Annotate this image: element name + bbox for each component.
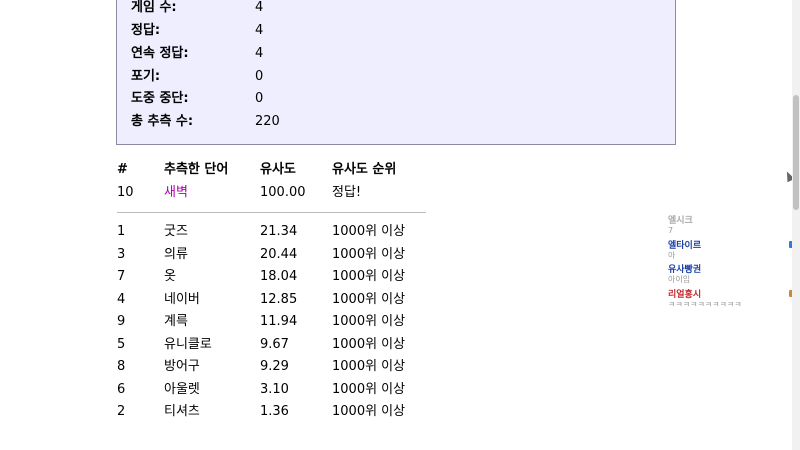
- row-rank: 1000위 이상: [332, 381, 406, 397]
- row-rank: 1000위 이상: [332, 314, 406, 329]
- row-word: 계륵: [164, 314, 188, 329]
- ad-subtitle: 아: [668, 251, 676, 260]
- row-number: 6: [117, 381, 126, 397]
- table-row: 8 방어구 9.29 1000위 이상: [117, 357, 437, 377]
- ad-link-4[interactable]: 리얼홍시 ㅋㅋㅋㅋㅋㅋㅋㅋㅋㅋ: [668, 290, 742, 310]
- ad-title: 엘시크: [668, 216, 693, 226]
- row-similarity: 1.36: [260, 404, 289, 419]
- row-number: 1: [117, 224, 126, 239]
- row-word: 방어구: [164, 359, 200, 374]
- stat-label: 총 추측 수:: [131, 114, 194, 129]
- scroll-thumb[interactable]: [793, 95, 799, 210]
- stat-label: 정답:: [131, 23, 161, 38]
- table-row: 7 옷 18.04 1000위 이상: [117, 267, 437, 287]
- row-rank: 1000위 이상: [332, 269, 406, 284]
- row-word: 아울렛: [164, 381, 200, 397]
- row-word: 굿즈: [164, 224, 188, 239]
- ad-link-2[interactable]: 엘타이르 아: [668, 241, 701, 261]
- row-number: 10: [117, 185, 134, 200]
- table-header: # 추측한 단어 유사도 유사도 순위: [117, 160, 437, 180]
- row-number: 4: [117, 291, 126, 307]
- row-similarity: 21.34: [260, 224, 298, 239]
- stat-label: 연속 정답:: [131, 46, 189, 61]
- table-row: 3 의류 20.44 1000위 이상: [117, 245, 437, 265]
- stat-value: 220: [255, 114, 280, 129]
- row-rank: 1000위 이상: [332, 336, 406, 352]
- answer-word: 새벽: [164, 185, 188, 200]
- stat-label: 도중 중단:: [131, 91, 189, 106]
- table-row: 5 유니클로 9.67 1000위 이상: [117, 335, 437, 355]
- row-rank: 1000위 이상: [332, 359, 406, 374]
- stat-value: 0: [255, 69, 264, 84]
- row-number: 2: [117, 404, 126, 419]
- ad-title: 엘타이르: [668, 241, 702, 251]
- row-number: 9: [117, 314, 126, 329]
- row-word: 네이버: [164, 291, 200, 307]
- header-rank: 유사도 순위: [332, 162, 397, 177]
- stat-value: 0: [255, 91, 264, 106]
- header-number: #: [117, 162, 128, 177]
- stat-label: 포기:: [131, 69, 161, 84]
- row-number: 5: [117, 336, 126, 352]
- stat-value: 4: [255, 0, 264, 15]
- ad-title: 리얼홍시: [668, 290, 702, 300]
- stats-panel: 게임 수: 4 정답: 4 연속 정답: 4 포기: 0 도중 중단: 0 총 …: [116, 0, 676, 145]
- row-similarity: 20.44: [260, 246, 298, 262]
- row-similarity: 100.00: [260, 185, 306, 200]
- row-similarity: 18.04: [260, 269, 298, 284]
- ad-title: 유사빵권: [668, 265, 702, 275]
- stat-value: 4: [255, 23, 264, 38]
- ad-subtitle: 7: [668, 226, 674, 235]
- row-similarity: 9.29: [260, 359, 289, 374]
- row-rank: 1000위 이상: [332, 224, 406, 239]
- table-row: 1 굿즈 21.34 1000위 이상: [117, 222, 437, 242]
- ad-link-1[interactable]: 엘시크 7: [668, 216, 693, 236]
- row-rank: 1000위 이상: [332, 246, 406, 262]
- answer-row: 10 새벽 100.00 정답!: [117, 183, 437, 203]
- ad-subtitle: ㅋㅋㅋㅋㅋㅋㅋㅋㅋㅋ: [668, 300, 742, 309]
- ad-subtitle: 아이임: [668, 275, 691, 284]
- table-row: 2 티셔츠 1.36 1000위 이상: [117, 402, 437, 422]
- table-row: 4 네이버 12.85 1000위 이상: [117, 290, 437, 310]
- header-similarity: 유사도: [260, 162, 296, 177]
- row-word: 유니클로: [164, 336, 212, 352]
- row-similarity: 3.10: [260, 381, 289, 397]
- row-number: 3: [117, 246, 126, 262]
- header-word: 추측한 단어: [164, 162, 229, 177]
- row-similarity: 11.94: [260, 314, 298, 329]
- row-word: 옷: [164, 269, 176, 284]
- stat-label: 게임 수:: [131, 0, 177, 15]
- row-similarity: 9.67: [260, 336, 289, 352]
- row-word: 의류: [164, 246, 188, 262]
- row-rank: 1000위 이상: [332, 404, 406, 419]
- row-rank: 정답!: [332, 185, 362, 200]
- row-word: 티셔츠: [164, 404, 200, 419]
- stat-value: 4: [255, 46, 264, 61]
- row-number: 7: [117, 269, 126, 284]
- table-divider: [117, 212, 426, 213]
- scrollbar[interactable]: [792, 0, 800, 450]
- row-similarity: 12.85: [260, 291, 298, 307]
- table-row: 6 아울렛 3.10 1000위 이상: [117, 380, 437, 400]
- ad-link-3[interactable]: 유사빵권 아이임: [668, 265, 701, 285]
- table-row: 9 계륵 11.94 1000위 이상: [117, 312, 437, 332]
- row-number: 8: [117, 359, 126, 374]
- row-rank: 1000위 이상: [332, 291, 406, 307]
